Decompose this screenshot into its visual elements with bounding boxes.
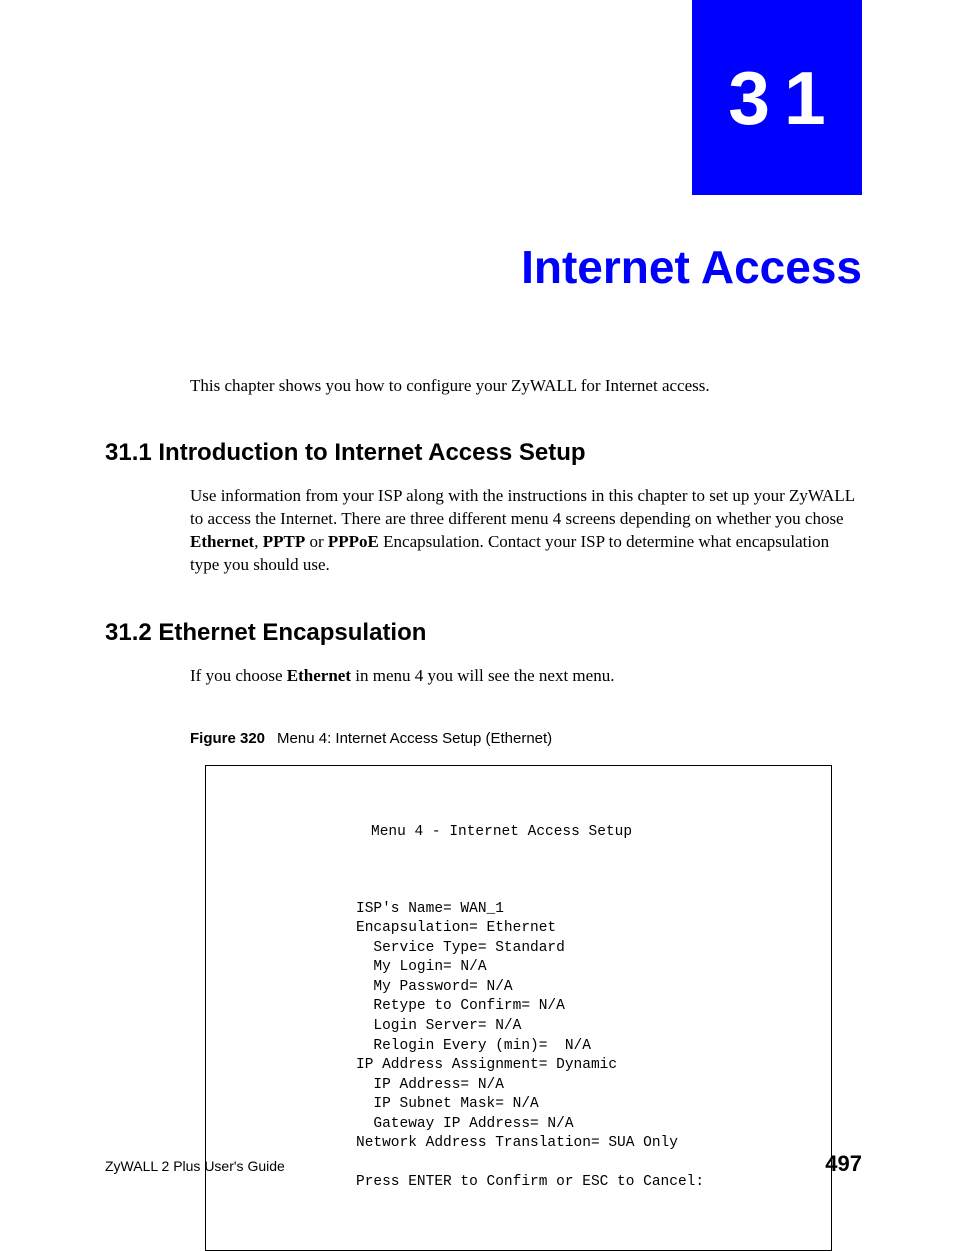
- footer-page-number: 497: [825, 1151, 862, 1177]
- menu-body: ISP's Name= WAN_1 Encapsulation= Etherne…: [236, 900, 801, 1193]
- chapter-number-box: 31: [692, 0, 862, 195]
- page-content: This chapter shows you how to configure …: [105, 375, 862, 1251]
- chapter-intro: This chapter shows you how to configure …: [190, 375, 862, 397]
- section-heading-31-2: 31.2 Ethernet Encapsulation: [105, 619, 862, 647]
- section-body-31-1: Use information from your ISP along with…: [190, 485, 862, 577]
- chapter-title: Internet Access: [521, 240, 862, 294]
- menu-screenshot-box: Menu 4 - Internet Access Setup ISP's Nam…: [205, 765, 832, 1251]
- body-text: or: [305, 532, 328, 551]
- figure-caption-text: Menu 4: Internet Access Setup (Ethernet): [277, 730, 552, 747]
- bold-ethernet: Ethernet: [287, 666, 351, 685]
- body-text: If you choose: [190, 666, 287, 685]
- bold-ethernet: Ethernet: [190, 532, 254, 551]
- body-text: ,: [254, 532, 263, 551]
- figure-label: Figure 320: [190, 730, 265, 747]
- chapter-number: 31: [714, 55, 839, 141]
- section-body-31-2: If you choose Ethernet in menu 4 you wil…: [190, 665, 862, 688]
- body-text: Use information from your ISP along with…: [190, 486, 854, 528]
- section-heading-31-1: 31.1 Introduction to Internet Access Set…: [105, 439, 862, 467]
- page-footer: ZyWALL 2 Plus User's Guide 497: [105, 1151, 862, 1177]
- menu-header: Menu 4 - Internet Access Setup: [236, 823, 801, 843]
- bold-pppoe: PPPoE: [328, 532, 379, 551]
- bold-pptp: PPTP: [263, 532, 306, 551]
- figure-caption: Figure 320 Menu 4: Internet Access Setup …: [190, 730, 862, 747]
- body-text: in menu 4 you will see the next menu.: [351, 666, 614, 685]
- footer-guide-name: ZyWALL 2 Plus User's Guide: [105, 1158, 285, 1174]
